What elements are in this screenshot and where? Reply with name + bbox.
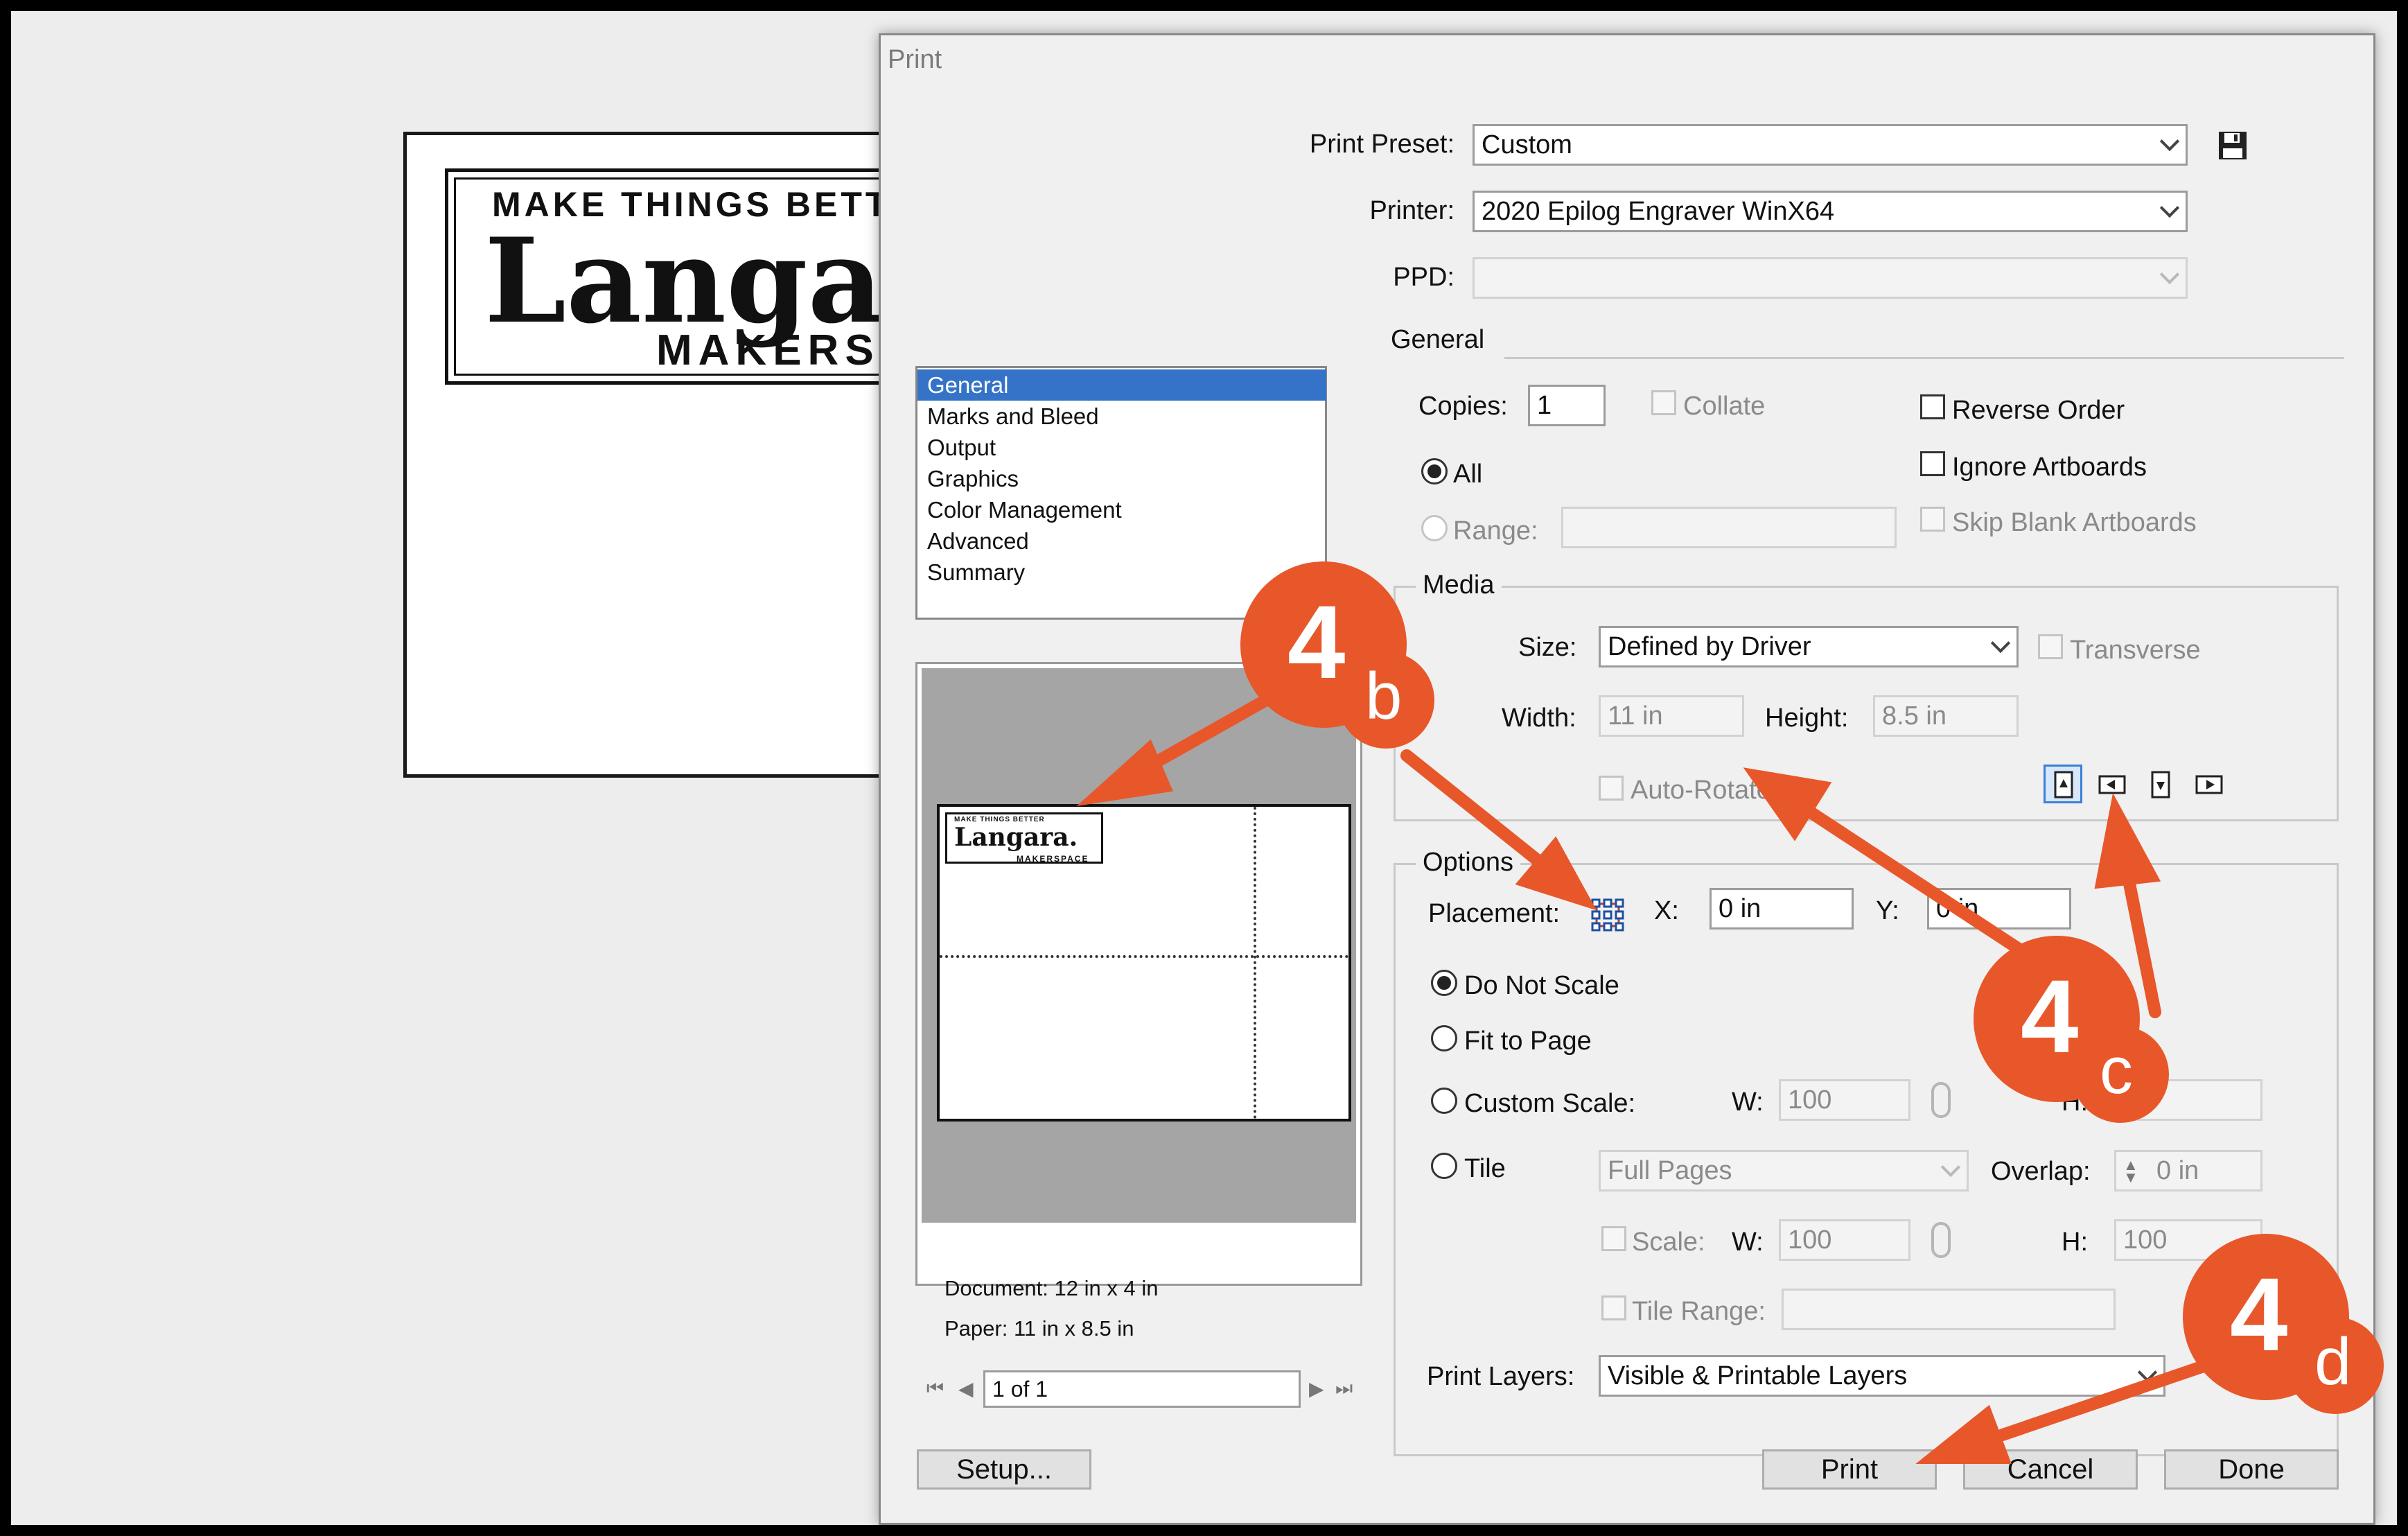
callout-4d-letter: d [2314, 1325, 2352, 1399]
callout-4b-number: 4 [1288, 584, 1346, 700]
callout-4b-letter: b [1365, 659, 1403, 733]
callout-4c-letter-bubble: c [2072, 1026, 2169, 1123]
arrow-4b-placement [1400, 749, 1552, 873]
arrow-4c-orientation-head [2094, 793, 2161, 889]
arrow-4c-autorotate [1802, 805, 2037, 963]
callout-4d-number: 4 [2230, 1256, 2288, 1372]
arrow-4b-preview-head [1076, 739, 1173, 806]
callout-arrows [1076, 673, 2293, 1464]
callout-4d-letter-bubble: d [2287, 1317, 2384, 1414]
arrow-4d-print-head [1915, 1404, 2012, 1464]
arrow-4c-autorotate-head [1743, 767, 1832, 841]
callout-4c-number: 4 [2021, 958, 2079, 1074]
callout-4c-letter: c [2100, 1033, 2133, 1108]
callout-4b-letter-bubble: b [1337, 652, 1434, 749]
